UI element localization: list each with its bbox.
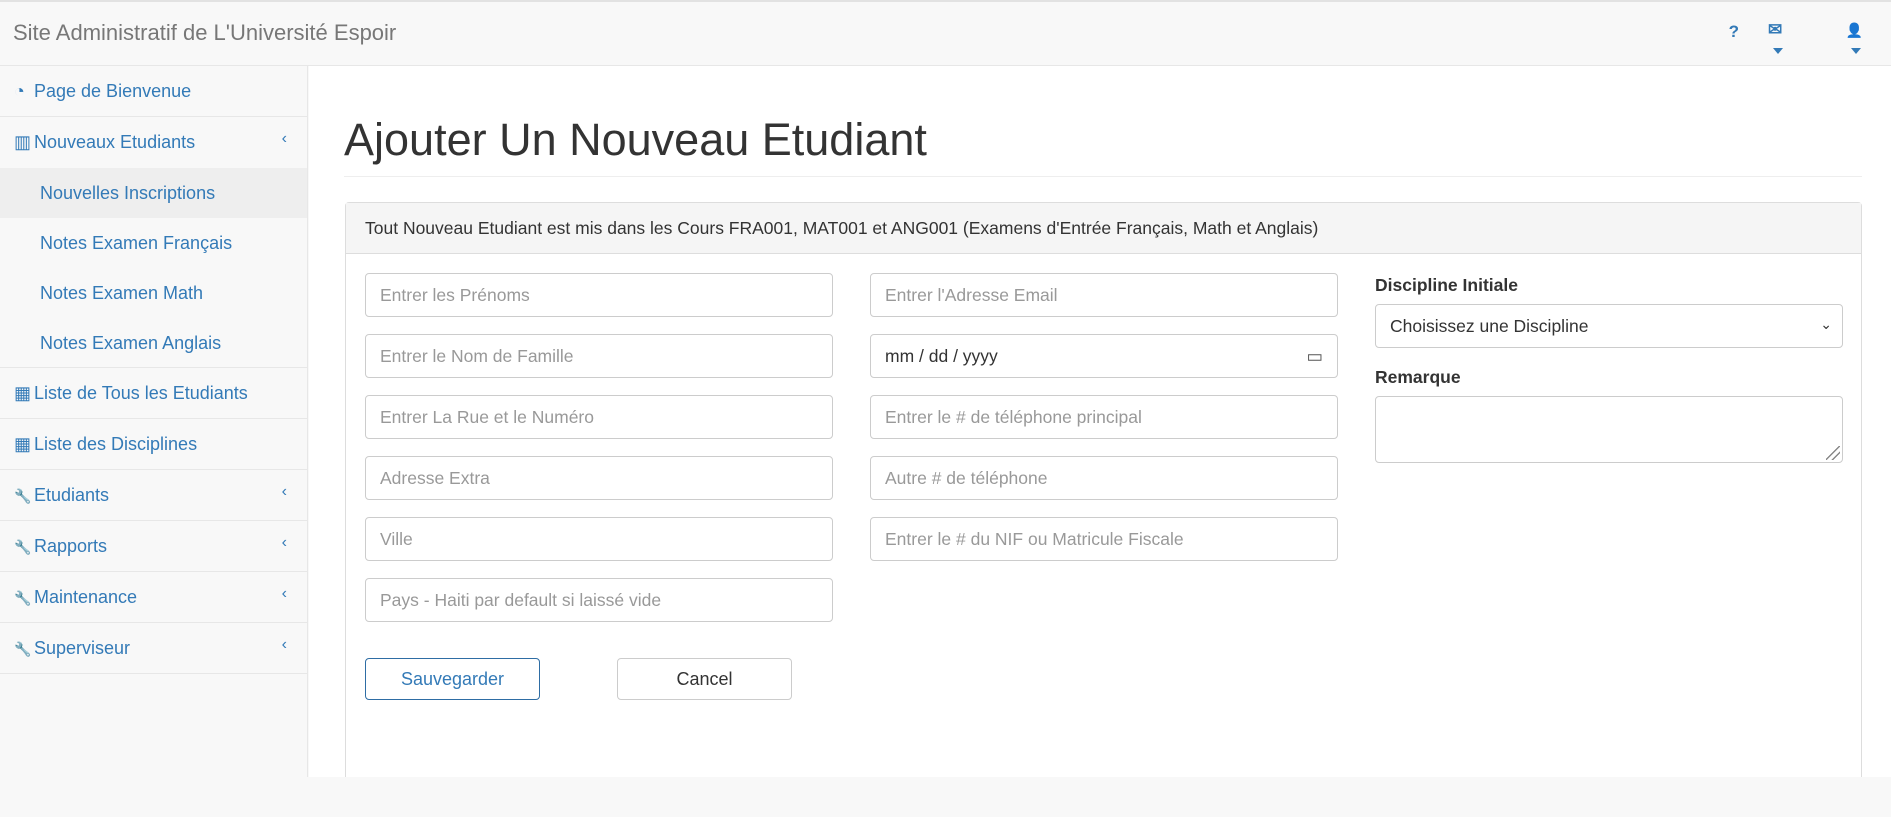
remark-label: Remarque (1375, 367, 1461, 387)
divider (344, 176, 1862, 177)
email-input[interactable] (870, 273, 1338, 317)
top-navbar: Site Administratif de L'Université Espoi… (0, 0, 1891, 66)
envelope-dropdown[interactable]: ✉ (1768, 20, 1783, 60)
city-input[interactable] (365, 517, 833, 561)
sidebar-item-label: Liste des Disciplines (34, 434, 198, 454)
caret-down-icon (1773, 47, 1783, 54)
remark-textarea[interactable] (1375, 396, 1843, 463)
student-form-panel: Tout Nouveau Etudiant est mis dans les C… (345, 202, 1862, 788)
save-button[interactable]: Sauvegarder (365, 658, 540, 700)
wrench-icon: 🔧 (14, 590, 32, 606)
wrench-icon: 🔧 (14, 641, 32, 657)
last-name-input[interactable] (365, 334, 833, 378)
wrench-icon: 🔧 (14, 488, 32, 504)
form-notice: Tout Nouveau Etudiant est mis dans les C… (346, 203, 1861, 254)
resize-grip-icon[interactable] (1826, 446, 1840, 460)
sidebar-item-all-students[interactable]: ▦ Liste de Tous les Etudiants (0, 368, 307, 419)
main-phone-input[interactable] (870, 395, 1338, 439)
sidebar-item-label: Liste de Tous les Etudiants (34, 383, 248, 403)
bottom-strip (0, 777, 1891, 817)
chevron-left-icon: ‹ (281, 483, 287, 500)
sidebar-subitem-french-exam[interactable]: Notes Examen Français (0, 218, 307, 268)
sidebar-item-reports[interactable]: 🔧 Rapports ‹ (0, 521, 307, 572)
dashboard-icon: ◔ (14, 81, 25, 101)
cancel-button[interactable]: Cancel (617, 658, 792, 700)
sidebar-item-label: Rapports (34, 536, 108, 556)
sidebar-item-new-students[interactable]: ▥ Nouveaux Etudiants ‹ (0, 117, 307, 168)
user-dropdown[interactable]: 👤 (1846, 20, 1863, 60)
sidebar: ◔ Page de Bienvenue ▥ Nouveaux Etudiants ‹… (0, 66, 308, 777)
question-icon[interactable]: ? (1729, 22, 1739, 42)
sidebar-item-supervisor[interactable]: 🔧 Superviseur ‹ (0, 623, 307, 674)
table-icon: ▦ (14, 434, 32, 454)
bar-chart-icon: ▥ (14, 132, 32, 152)
sidebar-item-label: Etudiants (34, 485, 110, 505)
envelope-icon: ✉ (1768, 20, 1783, 39)
sidebar-item-welcome[interactable]: ◔ Page de Bienvenue (0, 66, 307, 117)
other-phone-input[interactable] (870, 456, 1338, 500)
chevron-left-icon: ‹ (281, 636, 287, 653)
chevron-left-icon: ‹ (281, 534, 287, 551)
main-content: Ajouter Un Nouveau Etudiant Tout Nouveau… (309, 66, 1891, 788)
sidebar-subitem-math-exam[interactable]: Notes Examen Math (0, 268, 307, 318)
country-input[interactable] (365, 578, 833, 622)
discipline-select[interactable]: Choisissez une Discipline ⌄ (1375, 304, 1843, 348)
sidebar-item-disciplines[interactable]: ▦ Liste des Disciplines (0, 419, 307, 470)
birthdate-input[interactable]: mm / dd / yyyy ▭ (870, 334, 1338, 378)
date-value: mm / dd / yyyy (885, 345, 998, 366)
app-title[interactable]: Site Administratif de L'Université Espoi… (13, 20, 396, 46)
discipline-selected-value: Choisissez une Discipline (1390, 316, 1589, 336)
calendar-icon[interactable]: ▭ (1306, 346, 1323, 367)
sidebar-item-label: Superviseur (34, 638, 131, 658)
sidebar-item-maintenance[interactable]: 🔧 Maintenance ‹ (0, 572, 307, 623)
user-icon: 👤 (1845, 22, 1863, 38)
chevron-down-icon: ⌄ (1820, 316, 1832, 332)
sidebar-item-students[interactable]: 🔧 Etudiants ‹ (0, 470, 307, 521)
address-extra-input[interactable] (365, 456, 833, 500)
sidebar-item-label: Nouveaux Etudiants (34, 132, 196, 152)
sidebar-item-label: Maintenance (34, 587, 138, 607)
table-icon: ▦ (14, 383, 32, 403)
wrench-icon: 🔧 (14, 539, 32, 555)
sidebar-subitem-english-exam[interactable]: Notes Examen Anglais (0, 318, 307, 368)
first-names-input[interactable] (365, 273, 833, 317)
page-title: Ajouter Un Nouveau Etudiant (344, 114, 927, 165)
sidebar-item-label: Page de Bienvenue (34, 81, 192, 101)
street-input[interactable] (365, 395, 833, 439)
discipline-label: Discipline Initiale (1375, 275, 1518, 295)
chevron-left-icon: ‹ (281, 130, 287, 147)
nif-input[interactable] (870, 517, 1338, 561)
caret-down-icon (1850, 47, 1861, 54)
chevron-left-icon: ‹ (281, 585, 287, 602)
sidebar-subitem-new-registrations[interactable]: Nouvelles Inscriptions (0, 168, 307, 218)
